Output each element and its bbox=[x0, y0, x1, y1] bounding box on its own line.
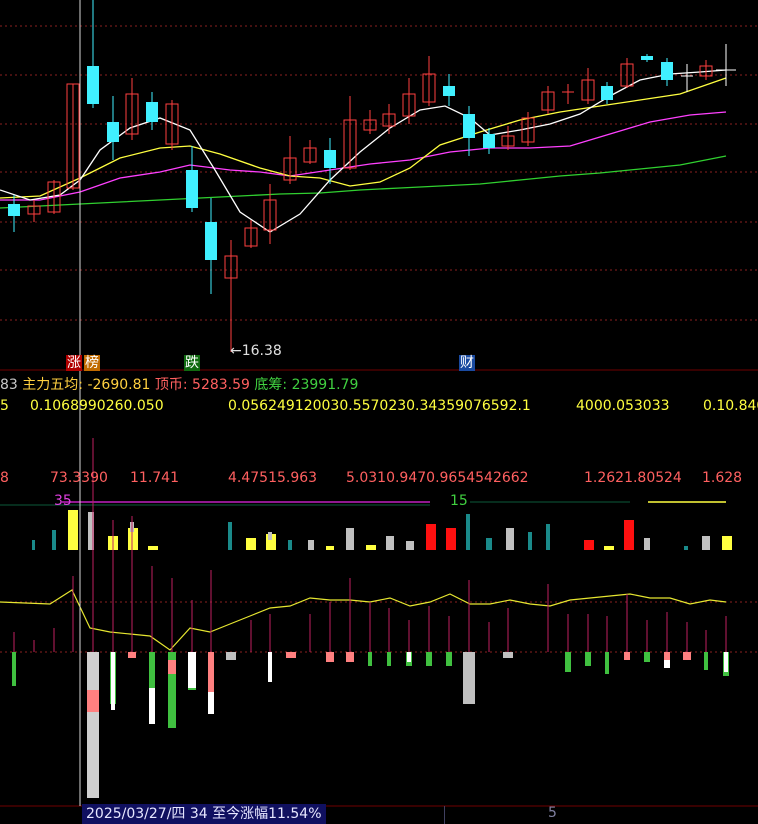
row2-far-values: 1.628 bbox=[702, 470, 743, 486]
row1-left: 5 bbox=[0, 398, 9, 414]
badge-finance[interactable]: 财 bbox=[459, 355, 475, 371]
histogram bbox=[12, 438, 729, 798]
indicator-header: 83 主力五均: -2690.81 顶币: 5283.59 底筹: 23991.… bbox=[0, 374, 358, 394]
row1-right-values: 0.10.840 bbox=[703, 398, 758, 414]
bottom-value: 23991.79 bbox=[291, 377, 359, 393]
row1-mid2-values: 4000.053033 bbox=[576, 398, 670, 414]
ma5-line bbox=[0, 69, 727, 233]
status-bar: 2025/03/27/四 34 至今涨幅11.54% bbox=[82, 804, 326, 824]
row1-values: 0.1068990260.050 bbox=[30, 398, 164, 414]
row2-b-values: 11.741 bbox=[130, 470, 179, 486]
top-label: 顶币: bbox=[154, 377, 188, 393]
row2-right2-values: 24 bbox=[664, 470, 682, 486]
candles bbox=[8, 0, 736, 352]
row2-mid2-values: 5.0310.9470.9654542662 bbox=[346, 470, 529, 486]
price-grid bbox=[0, 25, 758, 653]
row1-mid-values: 0.056249120030.5570230.34359076592.1 bbox=[228, 398, 531, 414]
bottom-label: 底筹: bbox=[254, 377, 288, 393]
row2-right-values: 1.2621.805 bbox=[584, 470, 665, 486]
status-divider bbox=[444, 806, 445, 824]
indicator-prefix: 83 bbox=[0, 377, 18, 393]
row2-values: 73.3390 bbox=[50, 470, 108, 486]
page-indicator: 5 bbox=[548, 805, 557, 821]
low-price-marker: ←16.38 bbox=[230, 343, 282, 359]
level-label-15: 15 bbox=[450, 493, 468, 509]
level-label-35: 35 bbox=[54, 493, 72, 509]
badge-ranking[interactable]: 榜 bbox=[84, 355, 100, 371]
row2-mid-values: 4.47515.963 bbox=[228, 470, 318, 486]
oscillator-line bbox=[0, 589, 727, 651]
indicator-name: 主力五均: bbox=[22, 377, 83, 393]
indicator-bars bbox=[32, 510, 732, 550]
row2-left: 8 bbox=[0, 470, 9, 486]
badge-limit-up[interactable]: 涨 bbox=[66, 355, 82, 371]
indicator-value: -2690.81 bbox=[87, 377, 151, 393]
top-value: 5283.59 bbox=[192, 377, 250, 393]
badge-drop[interactable]: 跌 bbox=[184, 355, 200, 371]
